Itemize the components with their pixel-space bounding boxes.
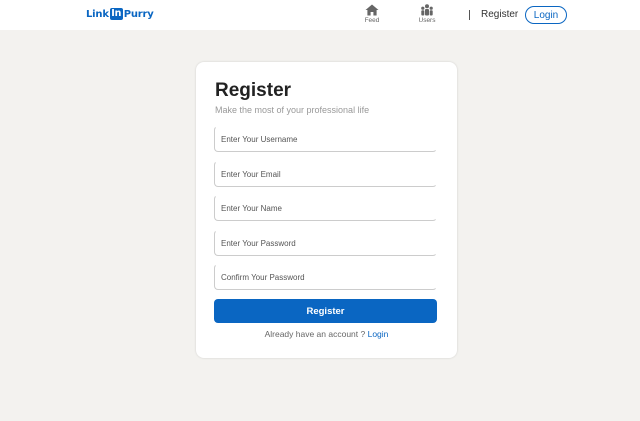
nav-item-users-label: Users (418, 17, 436, 24)
nav-item-feed[interactable]: Feed (357, 4, 387, 26)
logo-text-right: Purry (123, 8, 154, 20)
confirm-password-field[interactable] (214, 264, 437, 290)
page-title: Register (215, 80, 292, 101)
nav-item-users[interactable]: Users (412, 4, 442, 26)
page-subtitle: Make the most of your professional life (215, 105, 370, 115)
login-button[interactable]: Login (525, 6, 567, 24)
logo-text-box: In (109, 8, 123, 20)
login-prompt: Already have an account ? Login (196, 329, 457, 339)
name-field[interactable] (214, 195, 437, 221)
register-card: Register Make the most of your professio… (196, 62, 457, 358)
top-navbar: Link In Purry Feed Users Register Login (0, 0, 640, 30)
logo-text-left: Link (86, 8, 109, 20)
nav-item-feed-label: Feed (364, 17, 380, 24)
email-field[interactable] (214, 161, 437, 187)
login-prompt-text: Already have an account ? (264, 329, 368, 339)
login-link[interactable]: Login (368, 329, 389, 339)
home-icon (365, 4, 379, 16)
password-field[interactable] (214, 230, 437, 256)
register-link[interactable]: Register (481, 9, 518, 20)
username-field[interactable] (214, 126, 437, 152)
app-logo[interactable]: Link In Purry (86, 8, 154, 20)
nav-divider (469, 10, 470, 20)
register-submit-button[interactable]: Register (214, 299, 437, 323)
users-icon (420, 4, 434, 16)
